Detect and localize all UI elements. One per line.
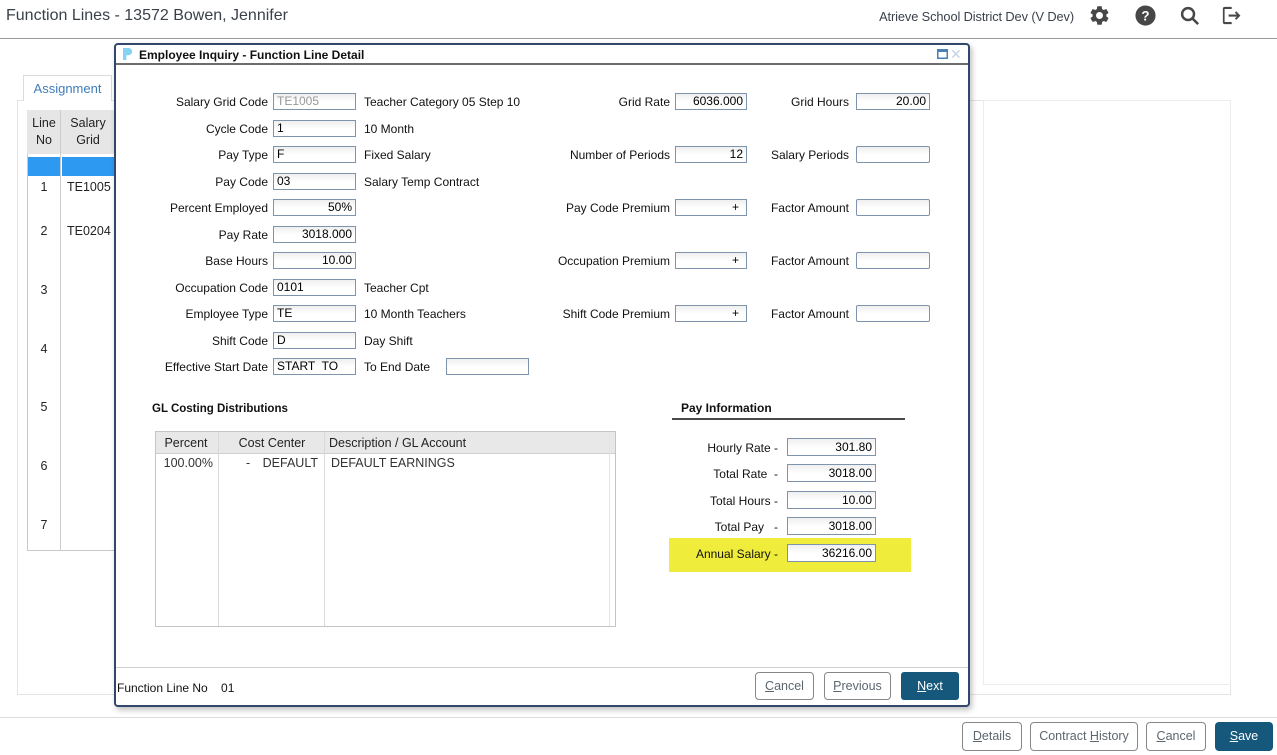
- svg-text:?: ?: [1141, 8, 1149, 23]
